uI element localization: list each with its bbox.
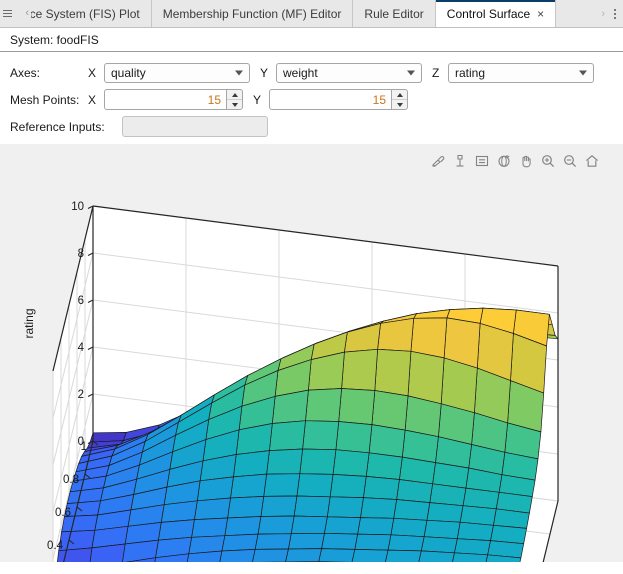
- svg-text:2: 2: [78, 389, 84, 401]
- axis-y-select[interactable]: weight: [276, 62, 422, 83]
- mesh-x-decrement-button[interactable]: [227, 100, 242, 109]
- mesh-y-tag: Y: [253, 92, 262, 107]
- axis-z-select[interactable]: rating: [448, 62, 594, 83]
- mesh-points-label: Mesh Points:: [10, 92, 80, 107]
- svg-text:0.4: 0.4: [47, 540, 64, 552]
- tab-close-icon[interactable]: ×: [537, 8, 544, 20]
- mesh-x-stepper[interactable]: [104, 89, 243, 110]
- axis-x-select[interactable]: quality: [104, 62, 250, 83]
- axes-label: Axes:: [10, 65, 41, 80]
- arrow-down-icon: [396, 102, 403, 107]
- mesh-y-stepper[interactable]: [269, 89, 408, 110]
- tab-control-surface[interactable]: Control Surface ×: [435, 0, 557, 27]
- scroll-left-chevron-icon[interactable]: ‹: [25, 8, 29, 19]
- surface-svg: 0246810rating0246810quality00.20.40.60.8…: [0, 144, 623, 562]
- mesh-points-row: Mesh Points: X Y: [0, 86, 623, 113]
- mesh-y-increment-button[interactable]: [392, 90, 407, 100]
- zoom-in-icon[interactable]: [539, 152, 557, 170]
- legend-icon[interactable]: [473, 152, 491, 170]
- axis-x-tag: X: [88, 65, 97, 80]
- mesh-x-stepper-buttons[interactable]: [226, 89, 243, 110]
- svg-text:0.8: 0.8: [63, 474, 79, 486]
- tab-mf-editor[interactable]: Membership Function (MF) Editor: [151, 0, 354, 27]
- hamburger-menu-icon[interactable]: [3, 10, 12, 17]
- chevron-down-icon: [579, 70, 587, 75]
- axis-y-value: weight: [283, 65, 318, 80]
- mesh-x-input[interactable]: [104, 89, 226, 110]
- export-brush-icon[interactable]: [429, 152, 447, 170]
- svg-text:1: 1: [81, 441, 87, 453]
- chevron-down-icon: [407, 70, 415, 75]
- axis-x-value: quality: [111, 65, 146, 80]
- svg-text:4: 4: [78, 342, 85, 354]
- home-icon[interactable]: [583, 152, 601, 170]
- reference-inputs-row: Reference Inputs:: [0, 113, 623, 140]
- plot-toolbar: [429, 152, 601, 170]
- system-label: System: foodFIS: [10, 32, 99, 47]
- fuzzy-logic-designer-window: ‹ nce System (FIS) Plot Membership Funct…: [0, 0, 623, 574]
- axis-z-value: rating: [455, 65, 486, 80]
- tab-strip-right-controls: ›: [595, 0, 623, 27]
- arrow-down-icon: [231, 102, 238, 107]
- data-tip-icon[interactable]: [451, 152, 469, 170]
- reference-inputs-field[interactable]: [122, 116, 268, 137]
- tab-label: Rule Editor: [364, 6, 424, 21]
- mesh-y-input[interactable]: [269, 89, 391, 110]
- svg-text:6: 6: [78, 295, 84, 307]
- tab-label: nce System (FIS) Plot: [31, 6, 140, 21]
- svg-text:8: 8: [78, 248, 84, 260]
- control-surface-plot: 0246810rating0246810quality00.20.40.60.8…: [0, 144, 623, 562]
- svg-text:0.6: 0.6: [55, 507, 71, 519]
- mesh-y-decrement-button[interactable]: [392, 100, 407, 109]
- axis-z-tag: Z: [432, 65, 440, 80]
- zoom-out-icon[interactable]: [561, 152, 579, 170]
- tab-label: Membership Function (MF) Editor: [162, 6, 342, 21]
- mesh-x-increment-button[interactable]: [227, 90, 242, 100]
- reference-inputs-label: Reference Inputs:: [10, 119, 105, 134]
- svg-text:rating: rating: [22, 308, 36, 338]
- axes-row: Axes: X quality Y weight Z rating: [0, 59, 623, 86]
- tab-label: Control Surface: [446, 6, 531, 21]
- tab-strip-left-controls: ‹: [0, 0, 31, 27]
- mesh-x-tag: X: [88, 92, 97, 107]
- tab-fis-plot[interactable]: nce System (FIS) Plot: [31, 0, 152, 27]
- pan-hand-icon[interactable]: [517, 152, 535, 170]
- arrow-up-icon: [396, 92, 403, 97]
- svg-text:10: 10: [71, 201, 84, 213]
- system-row: System: foodFIS: [0, 28, 623, 52]
- tab-list: nce System (FIS) Plot Membership Functio…: [31, 0, 595, 27]
- scroll-right-chevron-icon[interactable]: ›: [601, 8, 605, 20]
- rotate-3d-icon[interactable]: [495, 152, 513, 170]
- tab-rule-editor[interactable]: Rule Editor: [353, 0, 436, 27]
- tab-strip: ‹ nce System (FIS) Plot Membership Funct…: [0, 0, 623, 28]
- chevron-down-icon: [235, 70, 243, 75]
- axis-y-tag: Y: [260, 65, 269, 80]
- mesh-y-stepper-buttons[interactable]: [391, 89, 408, 110]
- control-panel: Axes: X quality Y weight Z rating Mesh P…: [0, 52, 623, 144]
- arrow-up-icon: [231, 92, 238, 97]
- tab-overflow-kebab-icon[interactable]: [614, 8, 616, 19]
